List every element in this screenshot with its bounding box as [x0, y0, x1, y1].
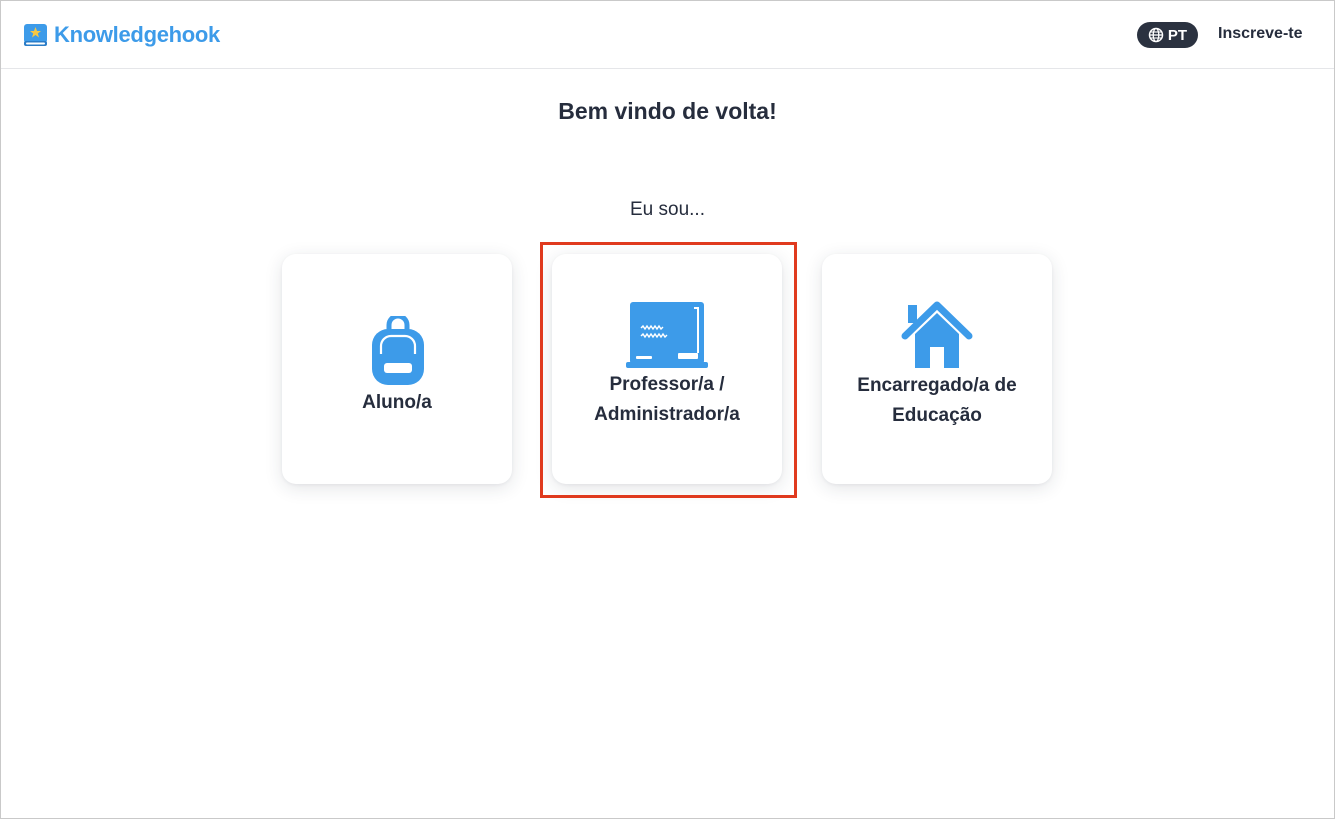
- role-label-parent-line1: Encarregado/a de: [857, 375, 1017, 396]
- globe-icon: [1148, 27, 1164, 43]
- brand-logo[interactable]: Knowledgehook: [23, 21, 220, 49]
- book-star-icon: [24, 23, 47, 46]
- signup-link[interactable]: Inscreve-te: [1218, 23, 1303, 45]
- role-label-parent-line2: Educação: [892, 405, 982, 426]
- role-prompt: Eu sou...: [630, 199, 705, 220]
- backpack-icon: [372, 316, 424, 385]
- page-title: Bem vindo de volta!: [558, 98, 777, 124]
- role-label-teacher-line1: Professor/a /: [609, 374, 725, 395]
- role-card-parent[interactable]: Encarregado/a de Educação: [822, 254, 1052, 484]
- role-label-teacher-line2: Administrador/a: [594, 404, 740, 425]
- language-code: PT: [1167, 26, 1188, 44]
- browser-frame: Knowledgehook PT Inscreve-te Bem vindo d…: [0, 0, 1335, 819]
- language-selector[interactable]: PT: [1137, 22, 1198, 48]
- role-label-student: Aluno/a: [362, 392, 432, 413]
- role-card-student[interactable]: Aluno/a: [282, 254, 512, 484]
- chalkboard-icon: [626, 302, 708, 368]
- brand-name: Knowledgehook: [54, 22, 220, 47]
- role-card-teacher[interactable]: Professor/a / Administrador/a: [552, 254, 782, 484]
- house-icon: [901, 301, 973, 368]
- top-navbar: Knowledgehook PT Inscreve-te: [1, 1, 1334, 69]
